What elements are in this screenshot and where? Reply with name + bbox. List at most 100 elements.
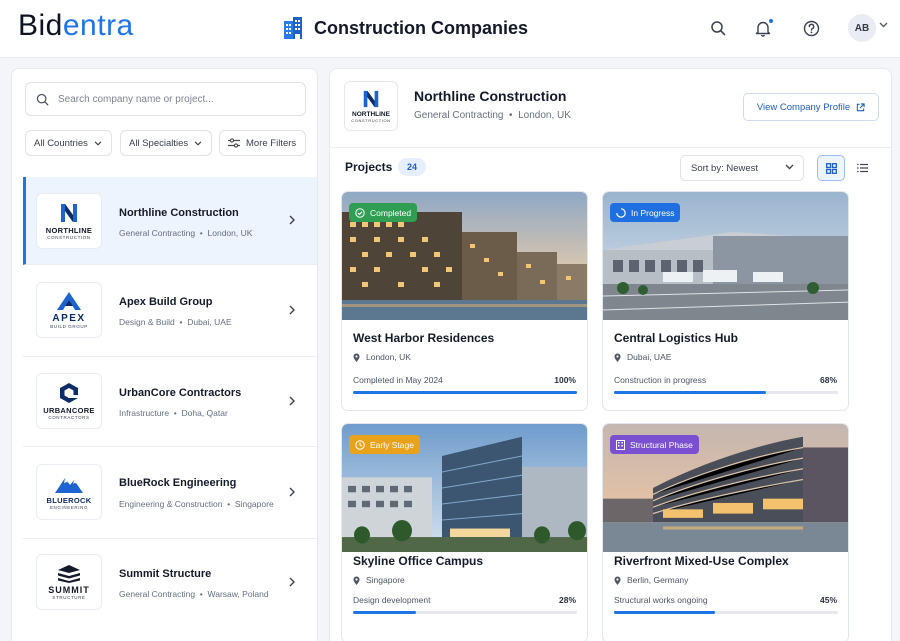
project-location: Singapore <box>353 575 405 585</box>
more-filters-button[interactable]: More Filters <box>219 130 306 156</box>
building-icon <box>284 17 302 39</box>
company-item-summit[interactable]: SUMMIT STRUCTURE Summit Structure Genera… <box>23 539 317 629</box>
progress-fill <box>614 611 715 614</box>
project-title: West Harbor Residences <box>353 331 495 345</box>
notification-dot <box>768 18 774 24</box>
company-item-apex[interactable]: APEX BUILD GROUP Apex Build Group Design… <box>23 265 317 357</box>
chevron-right-icon <box>289 215 295 225</box>
progress-fill <box>353 391 577 394</box>
chevron-down-icon <box>194 140 202 146</box>
location-pin-icon <box>353 353 360 362</box>
status-badge: In Progress <box>610 203 681 222</box>
project-title: Central Logistics Hub <box>614 331 739 345</box>
company-meta: General Contracting • Warsaw, Poland <box>119 589 269 599</box>
list-view-toggle[interactable] <box>848 155 876 181</box>
progress-track <box>353 611 577 614</box>
apex-logo-icon <box>57 292 81 310</box>
company-name: Summit Structure <box>119 568 212 580</box>
project-card[interactable]: Early Stage Skyline Office Campus Singap… <box>341 423 588 641</box>
status-badge: Structural Phase <box>610 435 699 454</box>
sliders-icon <box>228 138 240 148</box>
northline-logo-icon <box>363 90 379 108</box>
progress-track <box>614 391 838 394</box>
search-icon <box>36 93 49 105</box>
project-title: Skyline Office Campus <box>353 554 484 568</box>
project-status-text: Completed in May 2024 <box>353 375 443 385</box>
sort-dropdown[interactable]: Sort by: Newest <box>680 155 804 181</box>
page-title: Construction Companies <box>314 17 529 38</box>
status-badge: Early Stage <box>349 435 420 454</box>
chevron-down-icon <box>785 164 794 170</box>
company-item-bluerock[interactable]: BLUEROCK ENGINEERING BlueRock Engineerin… <box>23 447 317 539</box>
project-status-text: Construction in progress <box>614 375 707 385</box>
bluerock-logo-icon <box>55 478 83 493</box>
company-meta: Design & Build • Dubai, UAE <box>119 317 232 327</box>
company-logo: URBANCORE CONTRACTORS <box>36 373 102 429</box>
location-pin-icon <box>614 576 621 585</box>
project-status-text: Design development <box>353 595 431 605</box>
view-company-profile-button[interactable]: View Company Profile <box>743 93 879 121</box>
grid-view-toggle[interactable] <box>817 155 845 181</box>
page-heading: Construction Companies <box>282 16 528 40</box>
search-box[interactable] <box>25 82 306 116</box>
filter-countries[interactable]: All Countries <box>25 130 112 156</box>
chevron-right-icon <box>289 487 295 497</box>
projects-heading: Projects <box>345 160 393 174</box>
company-name: BlueRock Engineering <box>119 477 237 489</box>
company-item-urbancore[interactable]: URBANCORE CONTRACTORS UrbanCore Contract… <box>23 357 317 447</box>
company-logo: APEX BUILD GROUP <box>36 282 102 338</box>
project-card[interactable]: Completed West Harbor Residences London,… <box>341 191 588 411</box>
brand-logo[interactable]: Bidentra <box>18 9 134 43</box>
grid-icon <box>825 162 837 174</box>
search-input[interactable] <box>58 93 288 105</box>
company-sidebar: All Countries All Specialties More Filte… <box>11 68 318 641</box>
progress-track <box>353 391 577 394</box>
divider <box>330 147 891 148</box>
chevron-down-icon <box>94 140 102 146</box>
chevron-right-icon <box>289 577 295 587</box>
summit-logo-icon <box>58 564 80 583</box>
filter-label: All Countries <box>34 137 88 149</box>
progress-circle-icon <box>616 207 626 218</box>
company-logo: NORTHLINE CONSTRUCTION <box>36 193 102 249</box>
clock-icon <box>355 439 365 450</box>
selected-company-name: Northline Construction <box>414 88 567 104</box>
northline-logo-icon <box>61 204 77 222</box>
project-title: Riverfront Mixed-Use Complex <box>614 554 789 568</box>
bell-icon[interactable] <box>752 17 774 39</box>
selected-company-meta: General Contracting • London, UK <box>414 110 571 121</box>
list-icon <box>856 163 868 173</box>
progress-track <box>614 611 838 614</box>
check-circle-icon <box>355 207 365 218</box>
chevron-down-icon[interactable] <box>879 22 888 28</box>
project-progress-percent: 100% <box>554 375 576 385</box>
chevron-right-icon <box>289 305 295 315</box>
progress-fill <box>614 391 767 394</box>
search-icon[interactable] <box>707 17 729 39</box>
company-item-northline[interactable]: NORTHLINE CONSTRUCTION Northline Constru… <box>23 177 317 265</box>
progress-fill <box>353 611 416 614</box>
company-name: UrbanCore Contractors <box>119 387 242 399</box>
user-avatar[interactable]: AB <box>848 14 876 42</box>
company-meta: General Contracting • London, UK <box>119 228 253 238</box>
top-header: Bidentra Construction Companies AB <box>0 0 900 58</box>
company-detail-panel: NORTHLINE CONSTRUCTION Northline Constru… <box>329 68 892 641</box>
project-card[interactable]: In Progress Central Logistics Hub Dubai,… <box>602 191 849 411</box>
project-location: Dubai, UAE <box>614 352 671 362</box>
selected-company-logo: NORTHLINE CONSTRUCTION <box>344 81 398 131</box>
filter-specialties[interactable]: All Specialties <box>120 130 212 156</box>
project-location: Berlin, Germany <box>614 575 688 585</box>
status-badge: Completed <box>349 203 418 222</box>
company-logo: SUMMIT STRUCTURE <box>36 554 102 610</box>
project-progress-percent: 68% <box>819 375 837 385</box>
filter-label: All Specialties <box>129 137 189 149</box>
urbancore-logo-icon <box>60 383 78 403</box>
company-name: Northline Construction <box>119 207 239 219</box>
help-icon[interactable] <box>800 17 822 39</box>
project-location: London, UK <box>353 352 411 362</box>
filter-label: More Filters <box>246 137 297 149</box>
external-link-icon <box>856 102 865 111</box>
project-card[interactable]: Structural Phase Riverfront Mixed-Use Co… <box>602 423 849 641</box>
company-meta: Engineering & Construction • Singapore <box>119 499 274 509</box>
building-icon <box>616 439 625 450</box>
